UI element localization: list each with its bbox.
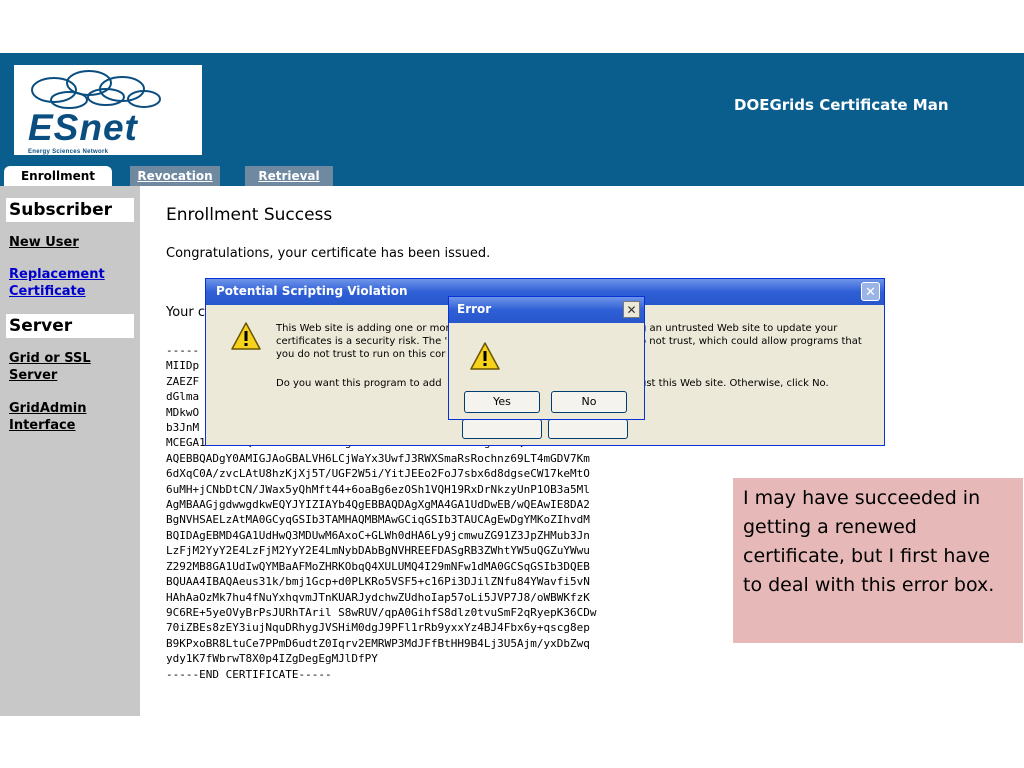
dialog-titlebar[interactable]: Error ✕ <box>449 297 644 323</box>
certificate-line: AgMBAAGjgdwwgdkwEQYJYIZIAYb4QgEBBAQDAgXg… <box>166 498 590 512</box>
dialog-message-line: Do you want this program to add <box>276 378 442 389</box>
dialog-message-line: you do not trust to run on this cor <box>276 349 446 360</box>
sidebar-heading-subscriber: Subscriber <box>6 198 134 222</box>
sidebar-heading-server: Server <box>6 314 134 338</box>
dialog-title: Error <box>457 302 492 316</box>
esnet-logo: ESnet Energy Sciences Network <box>14 65 202 155</box>
dialog-message-line: certificates is a security risk. The ' <box>276 336 448 347</box>
logo-subtitle: Energy Sciences Network <box>28 149 109 155</box>
sidebar-item-label: Certificate <box>9 284 86 299</box>
logo-word: ESnet <box>28 107 138 148</box>
close-icon[interactable]: ✕ <box>623 301 640 318</box>
certificate-line: BQIDAgEBMD4GA1UdHwQ3MDUwM6AxoC+GLWh0dHA6… <box>166 528 590 542</box>
tab-revocation[interactable]: Revocation <box>130 166 220 186</box>
sidebar: Subscriber New User Replacement Certific… <box>0 186 140 716</box>
dialog-message-line: ust this Web site. Otherwise, click No. <box>640 378 829 389</box>
certificate-line: BgNVHSAELzAtMA0GCyqGSIb3TAMHAQMBMAwGCiqG… <box>166 513 590 527</box>
certificate-line: ydy1K7fWbrwT8X0p4IZgDegEgMJlDfPY <box>166 652 378 666</box>
certificate-line: Z292MB8GA1UdIwQYMBaAFMoZHRKObqQ4XULUMQ4I… <box>166 559 590 573</box>
dialog-message-line: g an untrusted Web site to update your <box>640 323 838 334</box>
no-button[interactable]: No <box>551 391 627 413</box>
sidebar-item-gridadmin-interface[interactable]: GridAdmin Interface <box>9 400 134 434</box>
dialog-message-line: This Web site is adding one or mor <box>276 323 450 334</box>
certificate-line: 70iZBEs8zEY3iujNquDRhygJVSHiM0dgJ9PFl1rR… <box>166 621 590 635</box>
error-dialog: Error ✕ Yes No <box>448 296 645 420</box>
sidebar-item-label: GridAdmin <box>9 401 87 416</box>
close-icon[interactable]: ✕ <box>861 282 880 301</box>
success-message: Congratulations, your certificate has be… <box>166 246 491 261</box>
sidebar-item-new-user[interactable]: New User <box>9 234 134 251</box>
certificate-intro: Your c <box>166 305 206 320</box>
certificate-line: B9KPxoBR8LtuCe7PPmD6udtZ0Iqrv2EMRWP3MdJF… <box>166 636 590 650</box>
site-header: ESnet Energy Sciences Network DOEGrids C… <box>0 53 1024 186</box>
certificate-line: AQEBBQADgY0AMIGJAoGBALVH6LCjWaYx3UwfJ3RW… <box>166 451 590 465</box>
warning-icon <box>231 322 261 350</box>
sidebar-item-label: Interface <box>9 418 76 433</box>
certificate-line: 6uMH+jCNbDtCN/JWax5yQhMft44+6oaBg6ezOSh1… <box>166 482 590 496</box>
tab-enrollment[interactable]: Enrollment <box>4 166 112 186</box>
sidebar-item-grid-ssl-server[interactable]: Grid or SSL Server <box>9 350 134 384</box>
sidebar-item-label: Replacement <box>9 267 105 282</box>
yes-button-hidden[interactable] <box>462 419 542 439</box>
sidebar-item-replacement-certificate[interactable]: Replacement Certificate <box>9 266 134 300</box>
no-button-hidden[interactable] <box>548 419 628 439</box>
certificate-line: 6dXqC0A/zvcLAtU8hzKjXj5T/UGF2W5i/YitJEEo… <box>166 467 590 481</box>
warning-icon <box>470 342 500 370</box>
app-title: DOEGrids Certificate Man <box>734 96 949 114</box>
certificate-line: -----END CERTIFICATE----- <box>166 667 332 681</box>
certificate-line: LzFjM2YyY2E4LzFjM2YyY2E4LmNybDAbBgNVHREE… <box>166 544 590 558</box>
tab-retrieval[interactable]: Retrieval <box>245 166 333 186</box>
certificate-line: 9C6RE+5yeOVyBrPsJURhTAril S8wRUV/qpA0Gih… <box>166 605 597 619</box>
sidebar-item-label: Server <box>9 368 58 383</box>
sidebar-item-label: Grid or SSL <box>9 351 91 366</box>
annotation-callout: I may have succeeded in getting a renewe… <box>733 478 1023 643</box>
yes-button[interactable]: Yes <box>464 391 540 413</box>
dialog-title: Potential Scripting Violation <box>216 284 408 298</box>
page-title: Enrollment Success <box>166 205 333 225</box>
dialog-message-line: o not trust, which could allow programs … <box>640 336 862 347</box>
certificate-line: BQUAA4IBAQAeus31k/bmj1Gcp+d0PLKRo5VSF5+c… <box>166 575 590 589</box>
certificate-line: HAhAaOzMk7hu4fNuYxhqvmJTnKUARJydchwZUdho… <box>166 590 590 604</box>
